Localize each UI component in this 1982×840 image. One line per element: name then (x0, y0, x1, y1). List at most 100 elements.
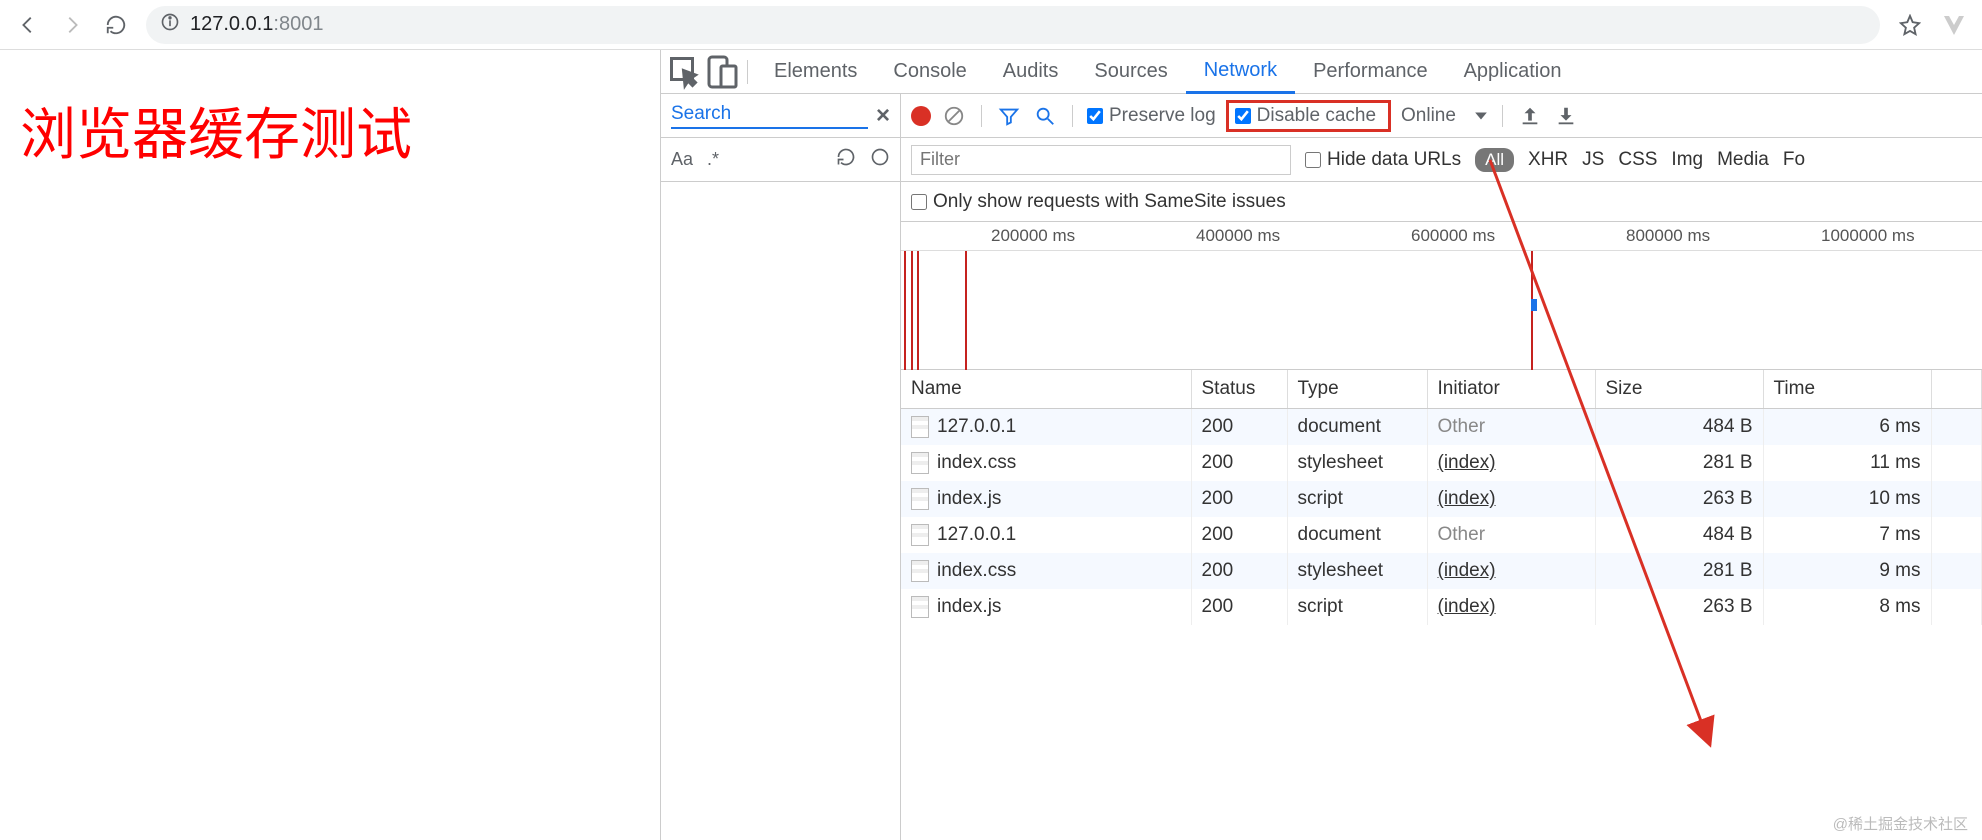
timeline-marker (904, 251, 906, 370)
samesite-filter-row: Only show requests with SameSite issues (901, 182, 1982, 222)
filter-type-css[interactable]: CSS (1618, 149, 1657, 171)
tab-network[interactable]: Network (1186, 50, 1295, 94)
info-icon[interactable] (160, 12, 180, 38)
tab-application[interactable]: Application (1446, 50, 1580, 94)
watermark: @稀土掘金技术社区 (1833, 813, 1968, 834)
preserve-log-label: Preserve log (1109, 105, 1216, 127)
device-toggle-icon[interactable] (703, 54, 739, 90)
separator (981, 105, 982, 127)
timeline-marker (911, 251, 913, 370)
hide-data-urls-checkbox[interactable]: Hide data URLs (1305, 149, 1461, 171)
clear-icon[interactable] (870, 147, 890, 172)
initiator-text: Other (1438, 524, 1486, 545)
search-icon[interactable] (1032, 103, 1058, 129)
back-button[interactable] (8, 5, 48, 45)
tick-label: 200000 ms (991, 226, 1075, 246)
address-text: 127.0.0.1:8001 (190, 13, 323, 36)
tick-label: 600000 ms (1411, 226, 1495, 246)
filter-type-xhr[interactable]: XHR (1528, 149, 1568, 171)
col-status[interactable]: Status (1191, 370, 1287, 409)
disable-cache-highlight: Disable cache (1226, 100, 1391, 132)
tick-label: 400000 ms (1196, 226, 1280, 246)
filter-input[interactable] (911, 145, 1291, 175)
inspect-element-icon[interactable] (667, 54, 703, 90)
network-table: Name Status Type Initiator Size Time 127… (901, 370, 1982, 840)
tab-performance[interactable]: Performance (1295, 50, 1446, 94)
filter-type-media[interactable]: Media (1717, 149, 1769, 171)
regex-toggle[interactable]: .* (707, 149, 719, 170)
initiator-text: Other (1438, 416, 1486, 437)
record-button[interactable] (911, 106, 931, 126)
initiator-link[interactable]: (index) (1438, 596, 1496, 617)
filter-type-font[interactable]: Fo (1783, 149, 1805, 171)
col-type[interactable]: Type (1287, 370, 1427, 409)
col-name[interactable]: Name (901, 370, 1191, 409)
bookmark-star-icon[interactable] (1890, 5, 1930, 45)
close-icon[interactable]: × (876, 102, 890, 130)
vue-extension-icon[interactable] (1934, 5, 1974, 45)
file-icon (911, 524, 929, 546)
page-heading: 浏览器缓存测试 (20, 90, 640, 171)
devtools-tabs: Elements Console Audits Sources Network … (661, 50, 1982, 94)
search-tab-label[interactable]: Search (671, 103, 868, 129)
throttling-select[interactable]: Online (1401, 105, 1488, 127)
tab-console[interactable]: Console (875, 50, 984, 94)
address-bar[interactable]: 127.0.0.1:8001 (146, 6, 1880, 44)
download-har-icon[interactable] (1553, 103, 1579, 129)
forward-button[interactable] (52, 5, 92, 45)
initiator-link[interactable]: (index) (1438, 560, 1496, 581)
reload-button[interactable] (96, 5, 136, 45)
match-case-toggle[interactable]: Aa (671, 149, 693, 170)
network-panel: Preserve log Disable cache Online (901, 94, 1982, 840)
table-row[interactable]: index.js200script(index)263 B10 ms (901, 481, 1982, 517)
table-row[interactable]: 127.0.0.1200documentOther484 B7 ms (901, 517, 1982, 553)
col-time[interactable]: Time (1763, 370, 1931, 409)
separator (1072, 105, 1073, 127)
clear-log-icon[interactable] (941, 103, 967, 129)
filter-type-js[interactable]: JS (1582, 149, 1604, 171)
filter-icon[interactable] (996, 103, 1022, 129)
initiator-link[interactable]: (index) (1438, 452, 1496, 473)
network-toolbar: Preserve log Disable cache Online (901, 94, 1982, 138)
table-row[interactable]: index.css200stylesheet(index)281 B11 ms (901, 445, 1982, 481)
network-timeline[interactable]: 200000 ms 400000 ms 600000 ms 800000 ms … (901, 222, 1982, 370)
file-icon (911, 452, 929, 474)
timeline-body (901, 250, 1982, 370)
initiator-link[interactable]: (index) (1438, 488, 1496, 509)
table-row[interactable]: index.css200stylesheet(index)281 B9 ms (901, 553, 1982, 589)
tab-audits[interactable]: Audits (985, 50, 1077, 94)
preserve-log-checkbox[interactable]: Preserve log (1087, 105, 1216, 127)
col-waterfall[interactable] (1931, 370, 1982, 409)
table-row[interactable]: index.js200script(index)263 B8 ms (901, 589, 1982, 625)
timeline-marker (965, 251, 967, 370)
table-header-row: Name Status Type Initiator Size Time (901, 370, 1982, 409)
separator (1502, 105, 1503, 127)
disable-cache-label: Disable cache (1257, 105, 1376, 127)
devtools-panel: Elements Console Audits Sources Network … (660, 50, 1982, 840)
samesite-label: Only show requests with SameSite issues (933, 191, 1286, 213)
disable-cache-checkbox[interactable]: Disable cache (1235, 105, 1376, 127)
page-viewport: 浏览器缓存测试 (0, 50, 660, 840)
col-size[interactable]: Size (1595, 370, 1763, 409)
timeline-marker (917, 251, 919, 370)
upload-har-icon[interactable] (1517, 103, 1543, 129)
tab-elements[interactable]: Elements (756, 50, 875, 94)
filter-type-all[interactable]: All (1475, 148, 1514, 172)
tab-sources[interactable]: Sources (1076, 50, 1185, 94)
refresh-icon[interactable] (836, 147, 856, 172)
file-icon (911, 596, 929, 618)
table-row[interactable]: 127.0.0.1200documentOther484 B6 ms (901, 409, 1982, 446)
separator (747, 60, 748, 84)
network-filter-row: Hide data URLs All XHR JS CSS Img Media … (901, 138, 1982, 182)
file-icon (911, 560, 929, 582)
throttling-value: Online (1401, 105, 1456, 127)
samesite-checkbox[interactable]: Only show requests with SameSite issues (911, 191, 1286, 213)
chevron-down-icon (1474, 109, 1488, 123)
search-sidebar: Search × Aa .* (661, 94, 901, 840)
file-icon (911, 488, 929, 510)
timeline-ticks: 200000 ms 400000 ms 600000 ms 800000 ms … (901, 222, 1982, 250)
browser-toolbar: 127.0.0.1:8001 (0, 0, 1982, 50)
tick-label: 1000000 ms (1821, 226, 1915, 246)
filter-type-img[interactable]: Img (1671, 149, 1703, 171)
col-initiator[interactable]: Initiator (1427, 370, 1595, 409)
